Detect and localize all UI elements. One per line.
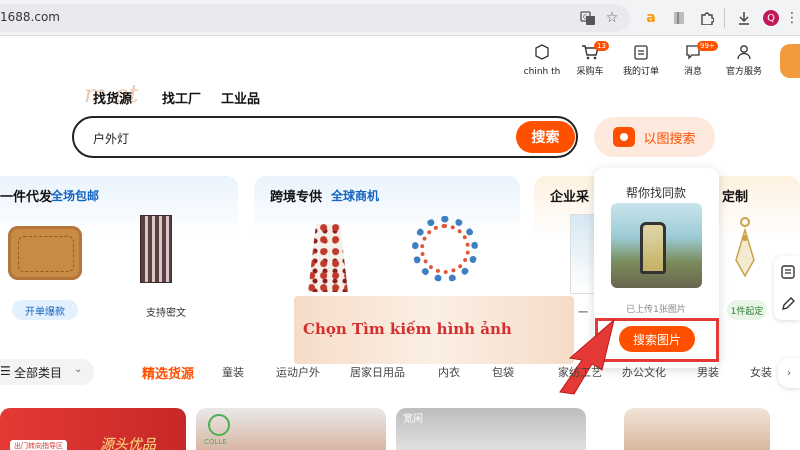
messages-badge: 99+	[697, 41, 718, 51]
card-subtitle[interactable]: 全场包邮	[51, 187, 99, 204]
product-shirt-image[interactable]	[140, 215, 172, 283]
brand-text: COLLE	[204, 438, 227, 446]
url-text[interactable]: 1688.com	[0, 10, 60, 24]
category-featured[interactable]: 精选货源	[142, 363, 194, 382]
search-image-button[interactable]: 搜索图片	[619, 326, 695, 352]
tab-find-factory[interactable]: 找工厂	[162, 88, 201, 107]
address-bar[interactable]	[0, 4, 630, 32]
cart-icon	[562, 44, 618, 64]
card-title: 一件代发	[0, 190, 53, 205]
profile-avatar[interactable]: Q	[763, 10, 779, 26]
category-item[interactable]: 内衣	[438, 364, 460, 380]
lantern-shape	[640, 222, 666, 274]
card-title: 定制	[722, 190, 749, 205]
svg-text:G: G	[583, 14, 588, 21]
category-item[interactable]: 家纺工艺	[558, 364, 602, 380]
nav-label: 我的订单	[622, 67, 659, 77]
product-card[interactable]	[624, 408, 770, 450]
uploaded-status: 已上传1张图片	[626, 305, 686, 315]
toolbar-divider	[724, 8, 725, 28]
product-script: 源头优品	[100, 437, 156, 450]
camera-icon	[613, 127, 636, 147]
category-item[interactable]: 办公文化	[622, 364, 666, 380]
extension-icon[interactable]	[669, 8, 689, 28]
tab-industrial[interactable]: 工业品	[221, 88, 260, 107]
category-item[interactable]: 居家日用品	[350, 364, 405, 380]
product-earring-image[interactable]	[732, 216, 758, 280]
product-tag: 宽闲	[403, 414, 423, 425]
item-label: 支持密文	[146, 308, 186, 319]
brand-logo	[208, 414, 230, 436]
search-input[interactable]: 户外灯	[93, 130, 129, 147]
person-icon	[716, 44, 772, 64]
popup-title: 帮你找同款	[625, 186, 686, 200]
nav-messages[interactable]: 99+ 消息	[665, 41, 721, 79]
nav-cart[interactable]: 13 采购车	[562, 41, 618, 79]
tab-find-goods[interactable]: 找货源	[93, 88, 132, 107]
bracelet-inner	[420, 224, 470, 274]
chevron-down-icon: ⌄	[74, 364, 83, 375]
card-title: 企业采	[550, 190, 590, 205]
category-item[interactable]: 女装	[750, 364, 772, 380]
feedback-icon[interactable]	[780, 264, 796, 284]
list-icon: ☰	[0, 364, 11, 378]
item-label: 一	[578, 308, 588, 319]
image-search-button[interactable]: 以图搜索	[594, 117, 715, 157]
mascot-icon[interactable]	[780, 44, 800, 78]
category-item[interactable]: 男装	[697, 364, 719, 380]
nav-label: 消息	[683, 67, 702, 77]
category-item[interactable]: 童装	[222, 364, 244, 380]
image-search-label: 以图搜索	[643, 131, 696, 147]
nav-orders[interactable]: 我的订单	[613, 44, 669, 79]
nav-label: 官方服务	[725, 67, 762, 77]
card-title: 跨境专供	[270, 190, 323, 205]
search-button[interactable]: 搜索	[516, 121, 575, 153]
scroll-right-icon[interactable]: ›	[778, 358, 800, 388]
callout-text: Chọn Tìm kiếm hình ảnh	[303, 320, 512, 338]
product-card[interactable]	[396, 408, 586, 450]
puzzle-icon[interactable]	[697, 8, 717, 28]
translate-icon[interactable]: G	[578, 8, 598, 28]
clipboard-icon	[613, 44, 669, 64]
menu-icon[interactable]: ⋮	[782, 8, 800, 28]
all-categories-label[interactable]: 全部类目	[14, 364, 62, 381]
star-icon[interactable]: ☆	[602, 8, 622, 28]
min-order-tag[interactable]: 1件起定	[727, 300, 767, 320]
search-box[interactable]	[72, 116, 578, 158]
category-item[interactable]: 包袋	[492, 364, 514, 380]
product-tag: 出门转向指导区	[10, 440, 67, 450]
hot-tag[interactable]: 开单爆款	[12, 300, 78, 320]
arrow-icon	[559, 318, 615, 395]
nav-service[interactable]: 官方服务	[716, 44, 772, 79]
cart-badge: 13	[594, 41, 609, 51]
download-icon[interactable]	[734, 8, 754, 28]
edit-icon[interactable]	[780, 296, 796, 316]
product-cushion-image[interactable]	[8, 226, 82, 280]
nav-label: 采购车	[576, 67, 604, 77]
card-subtitle[interactable]: 全球商机	[331, 187, 379, 204]
category-item[interactable]: 运动户外	[276, 364, 320, 380]
amazon-extension-icon[interactable]: a	[641, 8, 661, 28]
